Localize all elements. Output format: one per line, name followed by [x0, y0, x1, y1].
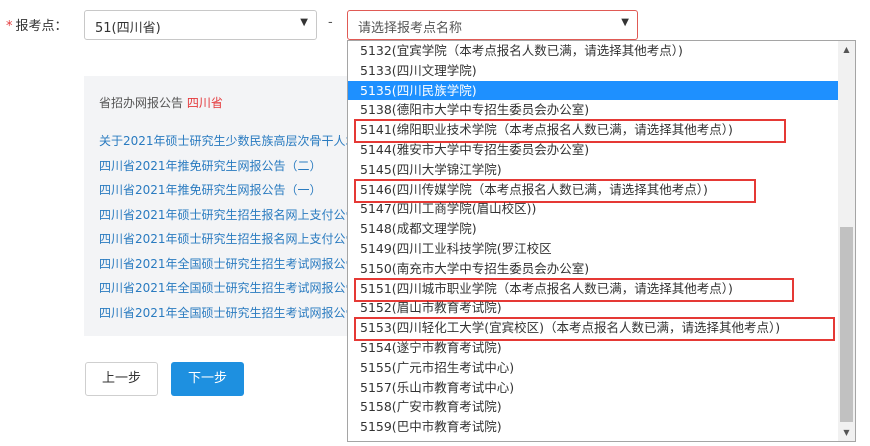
exam-center-option-full[interactable]: 5146(四川传媒学院（本考点报名人数已满，请选择其他考点）)	[348, 178, 838, 203]
exam-center-option-full[interactable]: 5151(四川城市职业学院（本考点报名人数已满，请选择其他考点）)	[348, 277, 838, 302]
exam-site-label: * 报考点：	[6, 15, 68, 34]
scroll-up-icon[interactable]: ▲	[838, 41, 855, 58]
chevron-down-icon: ▼	[621, 17, 629, 28]
exam-center-option[interactable]: 5149(四川工业科技学院(罗江校区	[348, 239, 838, 259]
exam-center-option-list: 5132(宜宾学院（本考点报名人数已满，请选择其他考点）) 5133(四川文理学…	[348, 41, 838, 437]
notice-link[interactable]: 四川省2021年推免研究生网报公告（二）	[99, 157, 354, 182]
notice-link[interactable]: 四川省2021年全国硕士研究生招生考试网报公告	[99, 304, 354, 329]
exam-center-option[interactable]: 5152(眉山市教育考试院)	[348, 298, 838, 318]
notice-link[interactable]: 四川省2021年推免研究生网报公告（一）	[99, 181, 354, 206]
province-select[interactable]: 51(四川省) ▼	[84, 10, 317, 40]
required-mark: *	[6, 19, 13, 34]
prev-step-button[interactable]: 上一步	[85, 362, 158, 396]
notice-title: 省招办网报公告 四川省	[99, 94, 223, 111]
exam-center-option[interactable]: 5155(广元市招生考试中心)	[348, 358, 838, 378]
exam-center-option[interactable]: 5147(四川工商学院(眉山校区))	[348, 199, 838, 219]
exam-center-select-placeholder: 请选择报考点名称	[358, 21, 463, 36]
notice-link[interactable]: 四川省2021年硕士研究生招生报名网上支付公告	[99, 206, 354, 231]
notice-title-text: 省招办网报公告	[99, 96, 184, 110]
select-separator: -	[328, 15, 333, 30]
exam-center-option[interactable]: 5159(巴中市教育考试院)	[348, 417, 838, 437]
dropdown-scrollbar[interactable]: ▲ ▼	[838, 41, 855, 441]
notice-link[interactable]: 四川省2021年全国硕士研究生招生考试网报公告	[99, 279, 354, 304]
exam-center-option[interactable]: 5158(广安市教育考试院)	[348, 397, 838, 417]
exam-site-form: * 报考点： 51(四川省) ▼ - 请选择报考点名称 ▼ 省招办网报公告 四川省…	[0, 0, 870, 446]
exam-center-option[interactable]: 5148(成都文理学院)	[348, 219, 838, 239]
exam-center-option-full[interactable]: 5141(绵阳职业技术学院（本考点报名人数已满，请选择其他考点）)	[348, 119, 838, 143]
notice-panel: 省招办网报公告 四川省 关于2021年硕士研究生少数民族高层次骨干人才计划 四川…	[84, 76, 354, 336]
exam-center-option[interactable]: 5154(遂宁市教育考试院)	[348, 338, 838, 358]
scrollbar-thumb[interactable]	[840, 227, 853, 422]
notice-link[interactable]: 四川省2021年全国硕士研究生招生考试网报公告	[99, 255, 354, 280]
next-step-button[interactable]: 下一步	[171, 362, 244, 396]
exam-center-option[interactable]: 5144(雅安市大学中专招生委员会办公室)	[348, 140, 838, 160]
province-select-value: 51(四川省)	[95, 21, 161, 36]
scroll-down-icon[interactable]: ▼	[838, 424, 855, 441]
exam-center-option-selected[interactable]: 5135(四川民族学院)	[348, 80, 838, 101]
exam-center-option[interactable]: 5157(乐山市教育考试中心)	[348, 378, 838, 398]
exam-center-option[interactable]: 5150(南充市大学中专招生委员会办公室)	[348, 259, 838, 279]
exam-center-dropdown: 5132(宜宾学院（本考点报名人数已满，请选择其他考点）) 5133(四川文理学…	[347, 40, 856, 442]
notice-link[interactable]: 关于2021年硕士研究生少数民族高层次骨干人才计划	[99, 132, 354, 157]
exam-center-option[interactable]: 5138(德阳市大学中专招生委员会办公室)	[348, 100, 838, 120]
notice-title-province: 四川省	[186, 96, 223, 110]
exam-site-label-text: 报考点：	[15, 19, 68, 34]
exam-center-option-full[interactable]: 5153(四川轻化工大学(宜宾校区)（本考点报名人数已满，请选择其他考点）)	[348, 317, 838, 341]
exam-center-select[interactable]: 请选择报考点名称 ▼	[347, 10, 638, 40]
exam-center-option[interactable]: 5145(四川大学锦江学院)	[348, 160, 838, 180]
chevron-down-icon: ▼	[300, 17, 308, 28]
exam-center-option[interactable]: 5132(宜宾学院（本考点报名人数已满，请选择其他考点）)	[348, 41, 838, 61]
notice-link[interactable]: 四川省2021年硕士研究生招生报名网上支付公告	[99, 230, 354, 255]
notice-list: 关于2021年硕士研究生少数民族高层次骨干人才计划 四川省2021年推免研究生网…	[99, 132, 354, 328]
exam-center-option[interactable]: 5133(四川文理学院)	[348, 61, 838, 81]
